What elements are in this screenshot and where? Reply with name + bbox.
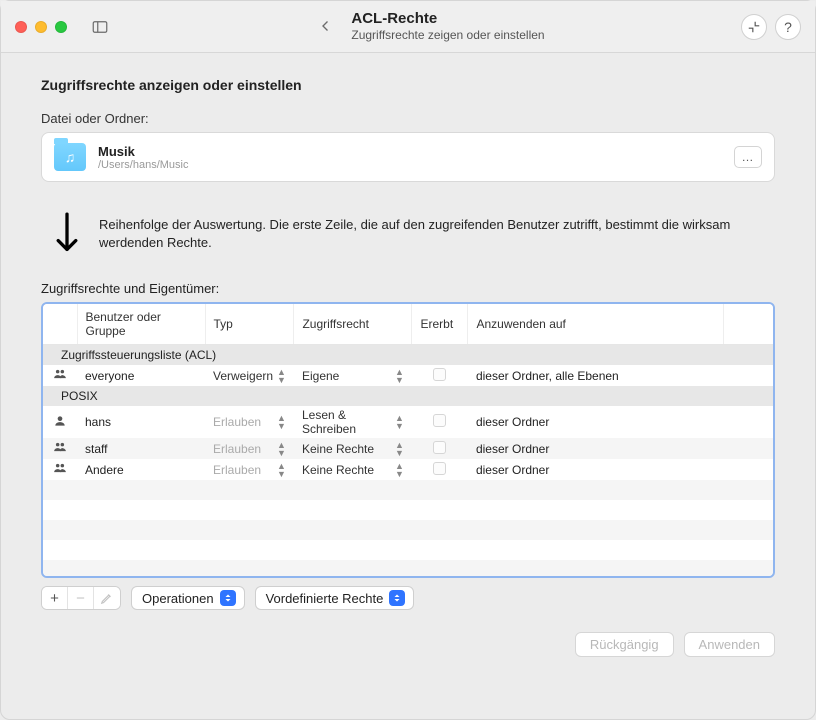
collapse-button[interactable] (741, 14, 767, 40)
cell-typ-select[interactable]: Erlauben▲▼ (213, 441, 286, 457)
chevron-updown-icon (389, 590, 405, 606)
titlebar: ACL-Rechte Zugriffsrechte zeigen oder ei… (1, 1, 815, 53)
person-icon (51, 414, 69, 428)
minimize-window-button[interactable] (35, 21, 47, 33)
cell-typ-select[interactable]: Erlauben▲▼ (213, 462, 286, 478)
table-edit-segment: + − (41, 586, 121, 610)
empty-row (43, 500, 773, 520)
group-icon (51, 461, 69, 475)
file-well[interactable]: ♫ Musik /Users/hans/Music … (41, 132, 775, 182)
inherited-checkbox[interactable] (433, 368, 446, 381)
col-ererbt[interactable]: Ererbt (412, 304, 468, 345)
file-name: Musik (98, 144, 188, 159)
table-row[interactable]: Andere Erlauben▲▼ Keine Rechte▲▼ dieser … (43, 459, 773, 480)
preset-rights-menu[interactable]: Vordefinierte Rechte (255, 586, 415, 610)
empty-row (43, 520, 773, 540)
table-row[interactable]: hans Erlauben▲▼ Lesen & Schreiben▲▼ dies… (43, 406, 773, 438)
preset-label: Vordefinierte Rechte (266, 591, 384, 606)
info-row: Reihenfolge der Auswertung. Die erste Ze… (53, 212, 775, 259)
cell-user: hans (77, 406, 205, 438)
col-typ[interactable]: Typ (205, 304, 294, 345)
table-row[interactable]: everyone Verweigern▲▼ Eigene▲▼ dieser Or… (43, 365, 773, 386)
folder-music-icon: ♫ (54, 143, 86, 171)
content-area: Zugriffsrechte anzeigen oder einstellen … (1, 53, 815, 675)
empty-row (43, 560, 773, 578)
title-block: ACL-Rechte Zugriffsrechte zeigen oder ei… (311, 10, 544, 42)
cell-typ-select[interactable]: Erlauben▲▼ (213, 414, 286, 430)
close-window-button[interactable] (15, 21, 27, 33)
file-path: /Users/hans/Music (98, 159, 188, 171)
cell-recht-select[interactable]: Eigene▲▼ (302, 368, 404, 384)
cell-user: Andere (77, 459, 205, 480)
col-spacer (723, 304, 773, 345)
zoom-window-button[interactable] (55, 21, 67, 33)
group-icon (51, 440, 69, 454)
pencil-button[interactable] (94, 587, 120, 609)
undo-button[interactable]: Rückgängig (575, 632, 674, 657)
empty-row (43, 540, 773, 560)
cell-recht-select[interactable]: Keine Rechte▲▼ (302, 462, 404, 478)
info-text: Reihenfolge der Auswertung. Die erste Ze… (99, 212, 739, 252)
cell-typ-select[interactable]: Verweigern▲▼ (213, 368, 286, 384)
group-acl: Zugriffssteuerungsliste (ACL) (43, 345, 773, 366)
cell-recht-select[interactable]: Lesen & Schreiben▲▼ (302, 408, 404, 436)
permissions-table[interactable]: Benutzer oder Gruppe Typ Zugriffsrecht E… (41, 302, 775, 578)
cell-user: everyone (77, 365, 205, 386)
operations-label: Operationen (142, 591, 214, 606)
col-apply[interactable]: Anzuwenden auf (468, 304, 723, 345)
file-info: Musik /Users/hans/Music (98, 144, 188, 171)
col-user[interactable]: Benutzer oder Gruppe (77, 304, 205, 345)
controls-row: + − Operationen Vordefinierte Rechte (41, 586, 775, 610)
inherited-checkbox[interactable] (433, 414, 446, 427)
chevron-updown-icon (220, 590, 236, 606)
footer-buttons: Rückgängig Anwenden (41, 632, 775, 657)
cell-recht-select[interactable]: Keine Rechte▲▼ (302, 441, 404, 457)
window-subtitle: Zugriffsrechte zeigen oder einstellen (351, 28, 544, 42)
cell-apply: dieser Ordner (468, 459, 723, 480)
cell-apply: dieser Ordner, alle Ebenen (468, 365, 723, 386)
file-picker-button[interactable]: … (734, 146, 762, 168)
apply-button[interactable]: Anwenden (684, 632, 775, 657)
window-controls (15, 21, 67, 33)
cell-apply: dieser Ordner (468, 406, 723, 438)
window-title: ACL-Rechte (351, 10, 544, 28)
add-row-button[interactable]: + (42, 587, 68, 609)
permissions-section-label: Zugriffsrechte und Eigentümer: (41, 281, 775, 296)
operations-menu[interactable]: Operationen (131, 586, 245, 610)
sidebar-toggle-button[interactable] (85, 14, 115, 40)
arrow-down-icon (53, 212, 81, 259)
cell-user: staff (77, 438, 205, 459)
group-posix: POSIX (43, 386, 773, 406)
back-button[interactable] (311, 13, 341, 39)
inherited-checkbox[interactable] (433, 462, 446, 475)
col-recht[interactable]: Zugriffsrecht (294, 304, 412, 345)
col-icon[interactable] (43, 304, 77, 345)
table-header-row: Benutzer oder Gruppe Typ Zugriffsrecht E… (43, 304, 773, 345)
help-button[interactable]: ? (775, 14, 801, 40)
cell-apply: dieser Ordner (468, 438, 723, 459)
group-icon (51, 367, 69, 381)
page-heading: Zugriffsrechte anzeigen oder einstellen (41, 77, 775, 93)
remove-row-button[interactable]: − (68, 587, 94, 609)
inherited-checkbox[interactable] (433, 441, 446, 454)
table-row[interactable]: staff Erlauben▲▼ Keine Rechte▲▼ dieser O… (43, 438, 773, 459)
empty-row (43, 480, 773, 500)
file-field-label: Datei oder Ordner: (41, 111, 775, 126)
